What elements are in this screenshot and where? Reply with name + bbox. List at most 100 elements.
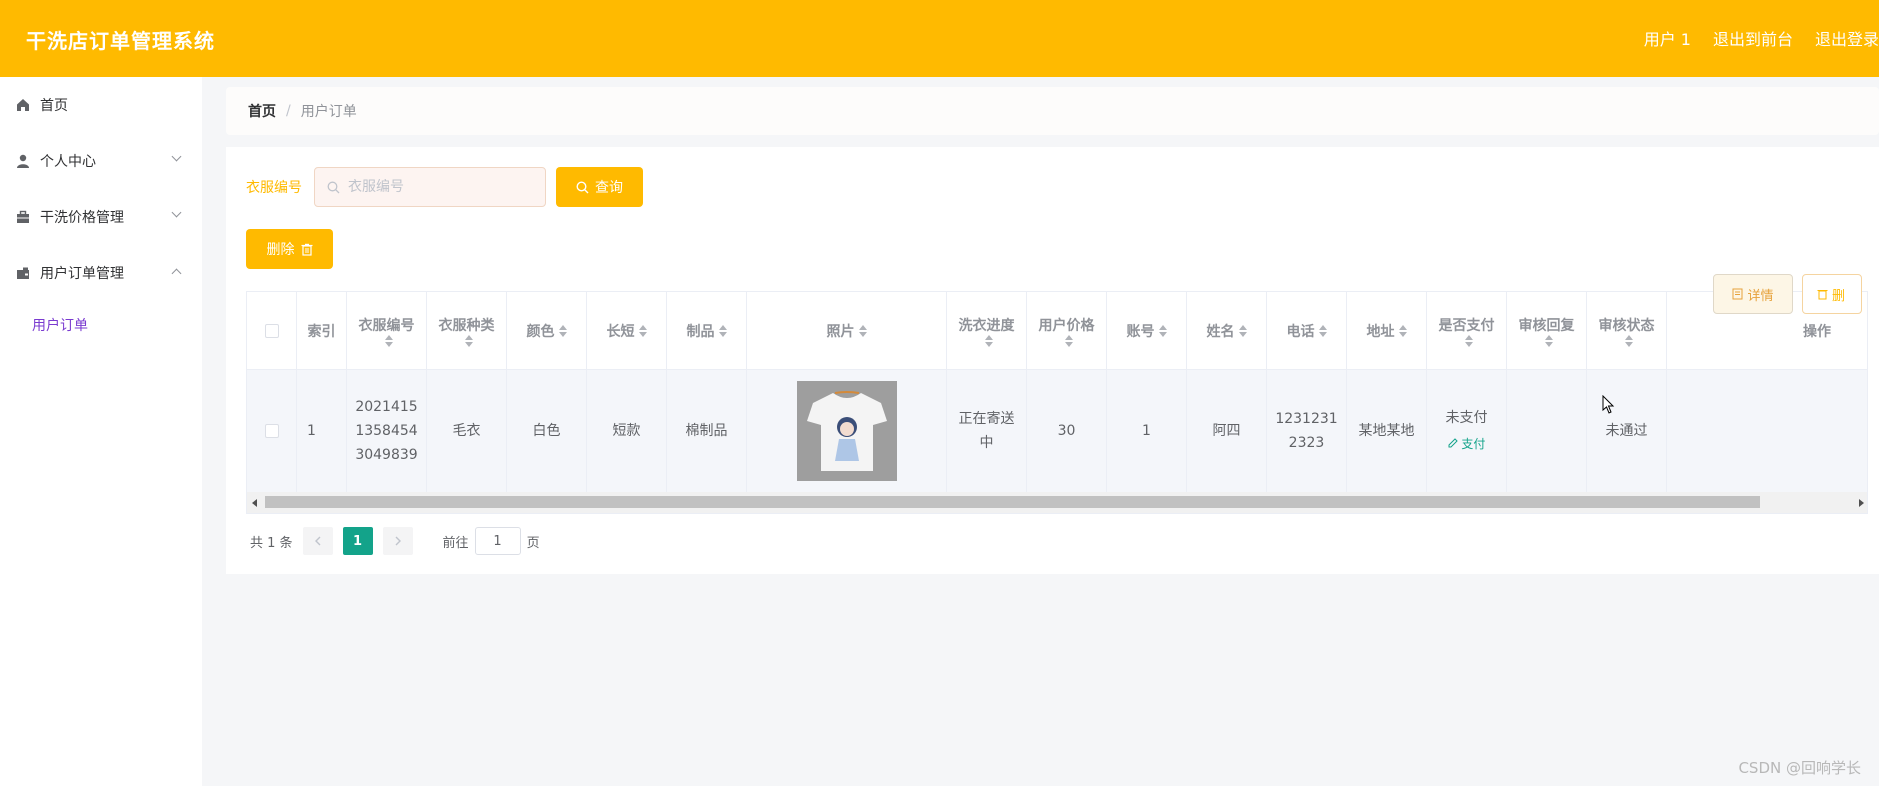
chevron-left-icon [314,536,321,546]
chevron-right-icon [395,536,401,546]
cell-clothes-type: 毛衣 [427,370,507,492]
col-photo[interactable]: 照片 [747,292,947,369]
goto-page: 前往 页 [443,527,540,555]
col-review-status[interactable]: 审核状态 [1587,292,1667,369]
sidebar-item-order-management[interactable]: 用户订单管理 [0,245,202,301]
sidebar-item-label: 首页 [40,98,68,114]
col-index: 索引 [297,292,347,369]
row-select-cell [247,370,297,492]
search-label: 衣服编号 [246,180,302,196]
sidebar-subitem-user-orders[interactable]: 用户订单 [0,302,202,348]
page-number-button[interactable]: 1 [342,527,373,555]
col-length[interactable]: 长短 [587,292,667,369]
total-count: 共 1 条 [250,535,293,551]
cell-clothes-no: 2021415 1358454 3049839 [347,370,427,492]
sort-icon[interactable] [638,324,647,337]
watermark: CSDN @回响学长 [1738,759,1861,777]
sidebar-item-price-management[interactable]: 干洗价格管理 [0,189,202,245]
scrollbar-thumb[interactable] [265,496,1760,508]
breadcrumb-home[interactable]: 首页 [248,101,276,121]
scroll-right-arrow-icon[interactable] [1859,499,1864,507]
sort-icon[interactable] [558,324,567,337]
user-icon [17,154,29,168]
sort-icon[interactable] [1238,324,1247,337]
col-clothes-no[interactable]: 衣服编号 [347,292,427,369]
breadcrumb: 首页 / 用户订单 [226,87,1879,135]
goto-page-input[interactable] [474,527,521,555]
col-material[interactable]: 制品 [667,292,747,369]
delete-button[interactable]: 删除 [246,229,333,269]
back-to-front-link[interactable]: 退出到前台 [1713,26,1793,50]
tshirt-image [806,391,887,471]
col-paid[interactable]: 是否支付 [1427,292,1507,369]
col-progress[interactable]: 洗衣进度 [947,292,1027,369]
sidebar-item-home[interactable]: 首页 [0,77,202,133]
sort-icon[interactable] [1624,334,1633,347]
sort-icon[interactable] [1398,324,1407,337]
sort-icon[interactable] [1158,324,1167,337]
sort-icon[interactable] [1464,334,1473,347]
chevron-down-icon [171,151,182,162]
sidebar-item-personal-center[interactable]: 个人中心 [0,133,202,189]
row-checkbox[interactable] [264,424,279,438]
edit-icon [1448,438,1458,448]
briefcase-icon [17,210,29,223]
pay-link[interactable]: 支付 [1448,432,1485,456]
col-phone[interactable]: 电话 [1267,292,1347,369]
app-title: 干洗店订单管理系统 [26,29,215,53]
trash-icon [1817,290,1828,300]
search-field[interactable] [314,167,546,207]
row-delete-button[interactable]: 删 [1802,274,1862,314]
header-links: 用户 1 退出到前台 退出登录 [1644,26,1879,50]
cell-index: 1 [297,370,347,492]
query-button-label: 查询 [595,180,623,196]
sort-icon[interactable] [1064,334,1073,347]
mouse-cursor-icon [1602,395,1615,414]
goto-prefix: 前往 [442,535,469,551]
col-price[interactable]: 用户价格 [1027,292,1107,369]
col-address[interactable]: 地址 [1347,292,1427,369]
col-review-reply[interactable]: 审核回复 [1507,292,1587,369]
cell-color: 白色 [507,370,587,492]
goto-suffix: 页 [526,535,540,551]
trash-icon [301,243,312,256]
top-header: 干洗店订单管理系统 用户 1 退出到前台 退出登录 [0,0,1879,77]
user-menu[interactable]: 用户 1 [1644,26,1691,50]
col-name[interactable]: 姓名 [1187,292,1267,369]
chevron-down-icon [171,207,182,218]
sort-icon[interactable] [384,334,393,347]
scroll-left-arrow-icon[interactable] [252,499,257,507]
detail-button[interactable]: 详情 [1713,274,1793,314]
cell-material: 棉制品 [667,370,747,492]
logout-link[interactable]: 退出登录 [1815,26,1879,50]
search-icon [327,181,340,193]
col-account[interactable]: 账号 [1107,292,1187,369]
sort-icon[interactable] [858,324,867,337]
cell-address: 某地某地 [1347,370,1427,492]
orders-table: 索引 衣服编号 衣服种类 颜色 长短 制品 照片 洗衣进度 用户价格 账号 姓名… [246,291,1868,514]
horizontal-scrollbar[interactable] [247,492,1867,513]
search-icon [576,180,589,193]
cell-phone: 1231231 2323 [1267,370,1347,492]
pay-status: 未支付 [1445,410,1488,426]
search-input[interactable] [348,179,538,195]
sort-icon[interactable] [464,334,473,347]
select-all-cell [247,292,297,369]
query-button[interactable]: 查询 [556,167,643,207]
col-clothes-type[interactable]: 衣服种类 [427,292,507,369]
wallet-icon [17,267,29,279]
sort-icon[interactable] [1544,334,1553,347]
next-page-button[interactable] [382,527,413,555]
cell-account: 1 [1107,370,1187,492]
cell-photo [747,370,947,492]
prev-page-button[interactable] [302,527,333,555]
sort-icon[interactable] [984,334,993,347]
cell-length: 短款 [587,370,667,492]
delete-button-label: 删除 [266,242,295,258]
sort-icon[interactable] [718,324,727,337]
clothes-photo[interactable] [796,381,897,481]
select-all-checkbox[interactable] [264,323,279,338]
sort-icon[interactable] [1318,324,1327,337]
col-color[interactable]: 颜色 [507,292,587,369]
pagination: 共 1 条 1 前往 页 [250,527,540,555]
